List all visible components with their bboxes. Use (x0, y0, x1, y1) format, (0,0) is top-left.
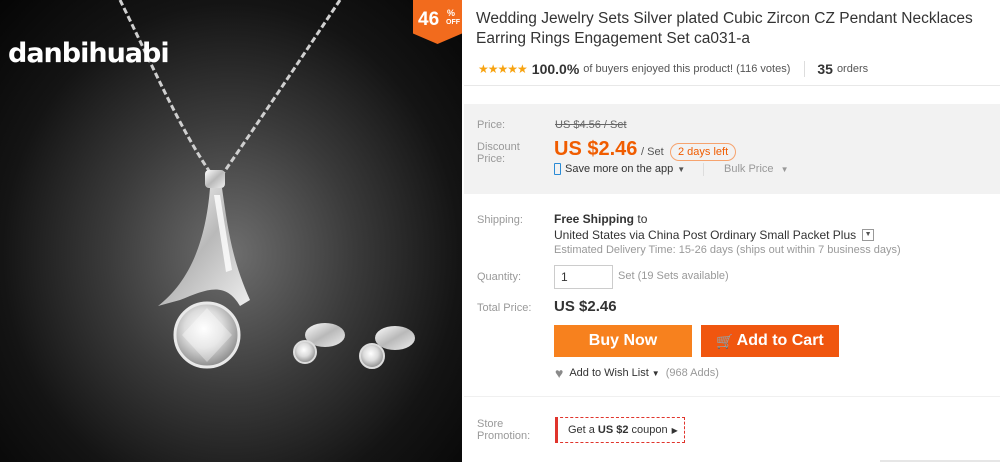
divider (464, 396, 1000, 397)
add-to-wishlist[interactable]: ♥ Add to Wish List ▼ (968 Adds) (555, 365, 719, 381)
free-shipping: Free Shipping to (554, 212, 647, 226)
discount-badge-number: 46 (418, 9, 440, 30)
get-coupon-button[interactable]: Get a US $2 coupon ▶ (555, 417, 685, 443)
caret-down-icon: ▼ (780, 165, 789, 174)
add-to-cart-label: Add to Cart (736, 332, 824, 349)
divider (464, 85, 1000, 86)
caret-down-icon[interactable]: ▼ (652, 369, 660, 378)
discount-price-label-line1: Discount (477, 141, 520, 153)
coupon-text-pre: Get a (568, 424, 595, 436)
store-promotion-label-line1: Store (477, 418, 504, 430)
bulk-divider (703, 163, 704, 176)
bulk-price-dropdown[interactable]: Bulk Price ▼ (724, 163, 789, 175)
original-price: US $4.56 / Set (555, 119, 627, 131)
phone-icon (554, 163, 561, 175)
shipping-method-text: United States via China Post Ordinary Sm… (554, 228, 857, 242)
price-unit: / Set (641, 146, 664, 158)
buy-now-button[interactable]: Buy Now (554, 325, 692, 357)
shipping-to: to (637, 212, 648, 226)
discount-badge-off: OFF (446, 19, 460, 26)
save-more-app-text: Save more on the app (565, 163, 674, 175)
discount-price-label-line2: Price: (477, 153, 506, 165)
delivery-estimate: Estimated Delivery Time: 15-26 days (shi… (554, 244, 901, 256)
star-rating-icon[interactable]: ★★★★★ (478, 62, 528, 76)
coupon-amount: US $2 (597, 424, 629, 436)
heart-icon: ♥ (555, 365, 564, 381)
discount-badge-percent: % (447, 8, 456, 18)
quantity-input[interactable] (554, 265, 613, 289)
arrow-right-icon: ▶ (671, 425, 678, 435)
shipping-method-selector[interactable]: United States via China Post Ordinary Sm… (554, 228, 875, 242)
wishlist-label: Add to Wish List (569, 367, 649, 379)
cart-icon: 🛒 (716, 332, 734, 349)
shipping-label: Shipping: (477, 214, 523, 226)
add-to-cart-button[interactable]: 🛒 Add to Cart (701, 325, 839, 357)
product-title: Wedding Jewelry Sets Silver plated Cubic… (476, 10, 973, 47)
orders-label: orders (836, 63, 869, 75)
dropdown-icon[interactable]: ▼ (862, 229, 875, 241)
rating-percent: 100.0% (531, 61, 580, 77)
brand-logo: danbihuabi (8, 38, 170, 69)
price-label: Price: (477, 119, 506, 131)
save-more-app-link[interactable]: Save more on the app ▼ (554, 163, 685, 175)
bulk-price-text: Bulk Price (724, 163, 774, 175)
coupon-text-post: coupon (631, 424, 668, 436)
total-price: US $2.46 (554, 298, 617, 315)
caret-down-icon: ▼ (677, 164, 686, 174)
rating-row: ★★★★★ 100.0% of buyers enjoyed this prod… (478, 61, 868, 77)
store-promotion-label-line2: Promotion: (477, 430, 531, 442)
jewelry-illustration (118, 0, 415, 369)
total-price-label: Total Price: (477, 302, 532, 314)
product-image[interactable]: danbihuabi 46 % OFF (0, 0, 462, 462)
discount-price: US $2.46 (554, 138, 638, 160)
quantity-available: Set (19 Sets available) (618, 270, 729, 282)
rating-text[interactable]: of buyers enjoyed this product! (116 vot… (583, 63, 790, 75)
wishlist-count: (968 Adds) (665, 367, 719, 379)
free-shipping-text: Free Shipping (554, 212, 635, 226)
rating-divider (804, 61, 806, 77)
orders-count: 35 (817, 61, 833, 77)
days-left-badge: 2 days left (670, 143, 737, 161)
quantity-label: Quantity: (477, 271, 522, 283)
